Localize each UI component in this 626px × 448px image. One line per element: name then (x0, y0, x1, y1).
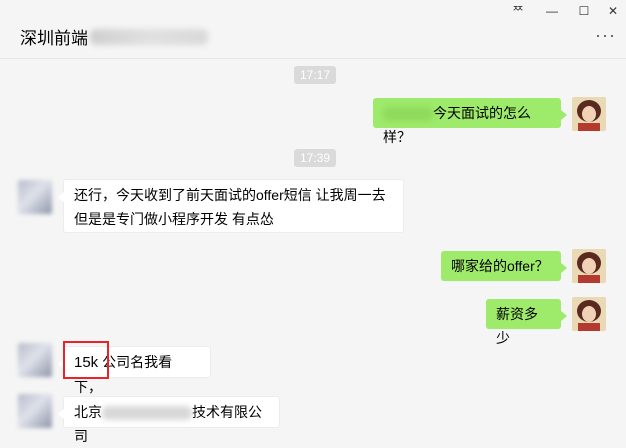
chat-bubble-incoming[interactable]: 还行，今天收到了前天面试的offer短信 让我周一去 但是是专门做小程序开发 有… (58, 179, 404, 233)
timestamp: 17:39 (294, 149, 337, 167)
chat-title: 深圳前端 (20, 24, 208, 49)
maximize-icon[interactable]: ☐ (573, 2, 595, 20)
message-text: 哪家给的offer？ (451, 258, 549, 274)
portrait-icon (572, 97, 606, 131)
contact-avatar[interactable] (18, 180, 52, 214)
chat-title-text: 深圳前端 (20, 29, 88, 48)
blurred-group-name (90, 28, 208, 45)
minimize-icon[interactable]: — (541, 2, 563, 20)
message-text: 还行，今天收到了前天面试的offer短信 让我周一去 (74, 187, 386, 203)
my-avatar[interactable] (572, 297, 606, 331)
contact-avatar[interactable] (18, 343, 52, 377)
portrait-icon (572, 297, 606, 331)
blurred-company-name (102, 406, 192, 421)
chat-bubble-outgoing[interactable]: 哪家给的offer？ (441, 251, 567, 281)
more-options-icon[interactable]: ··· (595, 26, 616, 44)
contact-avatar[interactable] (18, 394, 52, 428)
chat-bubble-incoming[interactable]: 北京 技术有限公司 (58, 396, 280, 444)
message-text: 薪资多少 (496, 306, 538, 346)
timestamp: 17:17 (294, 66, 337, 84)
red-highlight-box (63, 341, 109, 379)
message-text: 但是是专门做小程序开发 有点怂 (74, 211, 274, 227)
chat-bubble-outgoing[interactable]: 薪资多少 (486, 299, 567, 346)
message-text: 北京 (74, 404, 102, 420)
my-avatar[interactable] (572, 249, 606, 283)
chat-bubble-outgoing[interactable]: 今天面试的怎么样？ (373, 98, 567, 145)
title-bar: 深圳前端 ᄍ — ☐ ✕ ··· (0, 0, 626, 59)
portrait-icon (572, 249, 606, 283)
blurred-text (383, 107, 433, 122)
my-avatar[interactable] (572, 97, 606, 131)
pin-icon[interactable]: ᄍ (507, 2, 529, 20)
close-icon[interactable]: ✕ (602, 2, 624, 20)
